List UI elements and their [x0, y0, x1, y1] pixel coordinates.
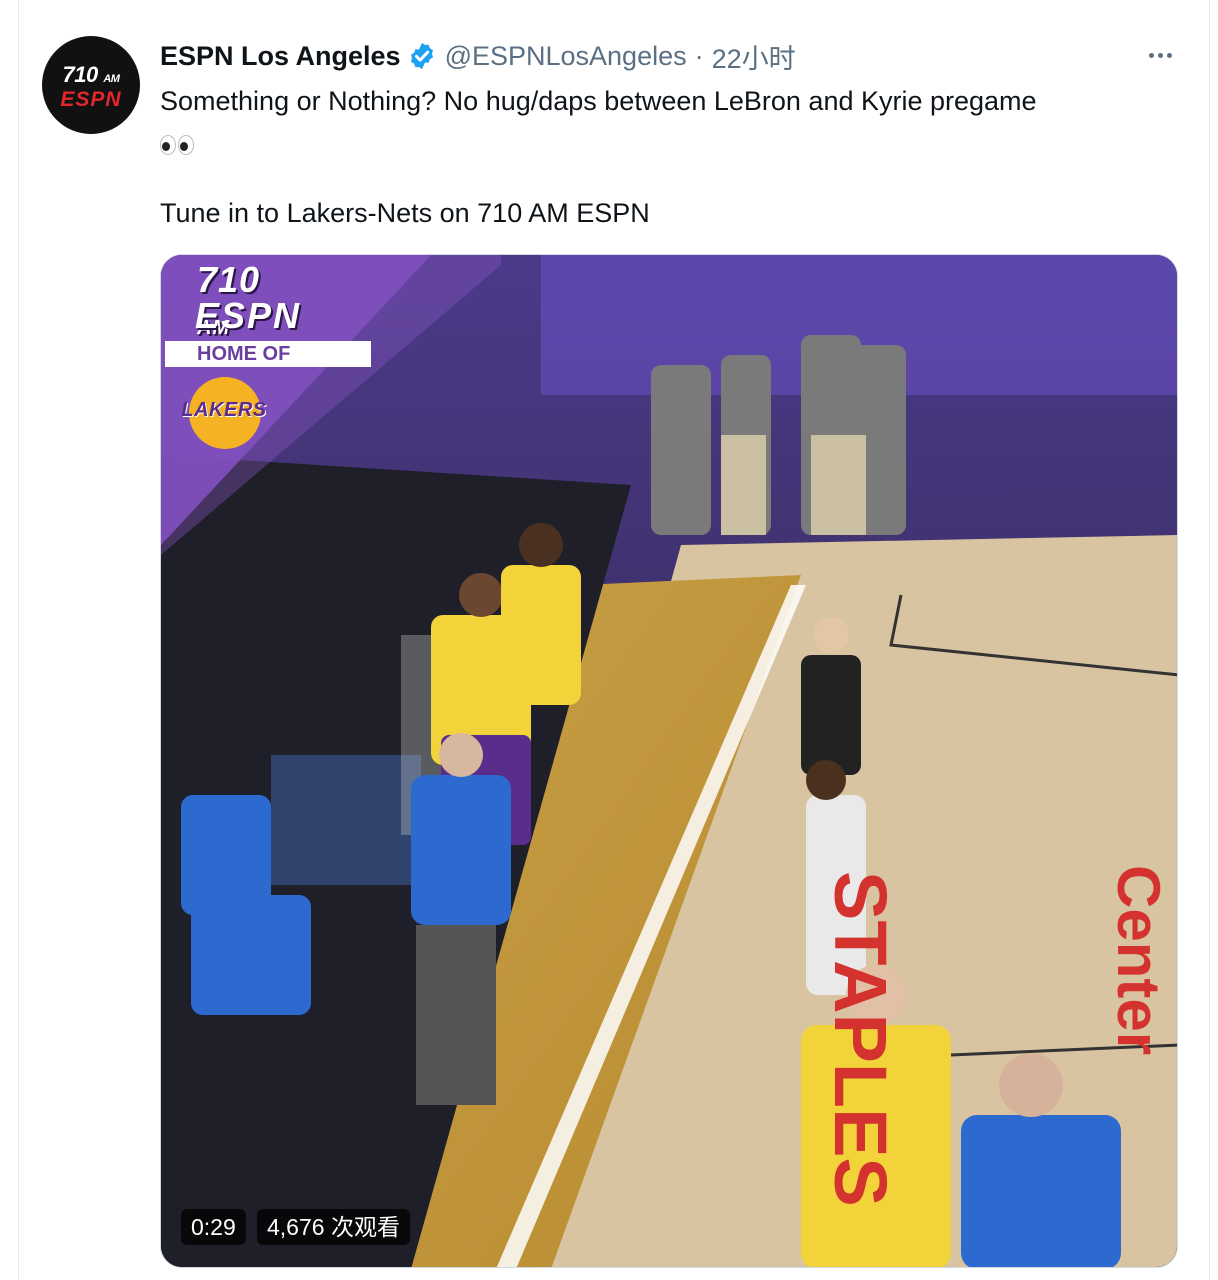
court-text-center: Center [1105, 865, 1172, 1056]
verified-badge-icon [410, 42, 433, 70]
more-options-icon[interactable] [1142, 40, 1178, 70]
tweet-header: ESPN Los Angeles @ESPNLosAngeles · 22小时 [160, 38, 796, 74]
avatar-top-text: 710 AM [62, 62, 120, 87]
tweet-time[interactable]: 22小时 [712, 37, 796, 76]
avatar[interactable]: 710 AM ESPN [42, 36, 140, 134]
lakers-logo: LAKERS [169, 373, 279, 451]
lakers-logo-text: LAKERS [181, 399, 267, 421]
brand-espn: ESPN [195, 295, 302, 336]
eyes-emoji-icon [160, 134, 194, 155]
video-frame [161, 255, 1177, 1267]
video-duration-badge: 0:29 [181, 1209, 246, 1245]
separator-dot: · [694, 40, 704, 71]
home-of-label: HOME OF [165, 341, 371, 367]
tweet-text-line2: Tune in to Lakers-Nets on 710 AM ESPN [160, 198, 650, 228]
video-player[interactable]: 710 AM ESPN HOME OF LAKERS STAPLES Cente… [160, 254, 1178, 1268]
court-text-staples: STAPLES [813, 871, 903, 1207]
tweet-text-line1: Something or Nothing? No hug/daps betwee… [160, 86, 1037, 116]
author-handle[interactable]: @ESPNLosAngeles [445, 41, 687, 72]
avatar-bottom-text: ESPN [60, 88, 122, 111]
author-name[interactable]: ESPN Los Angeles [160, 41, 401, 72]
video-views-badge: 4,676 次观看 [257, 1209, 410, 1245]
tweet-text: Something or Nothing? No hug/daps betwee… [160, 82, 1170, 232]
